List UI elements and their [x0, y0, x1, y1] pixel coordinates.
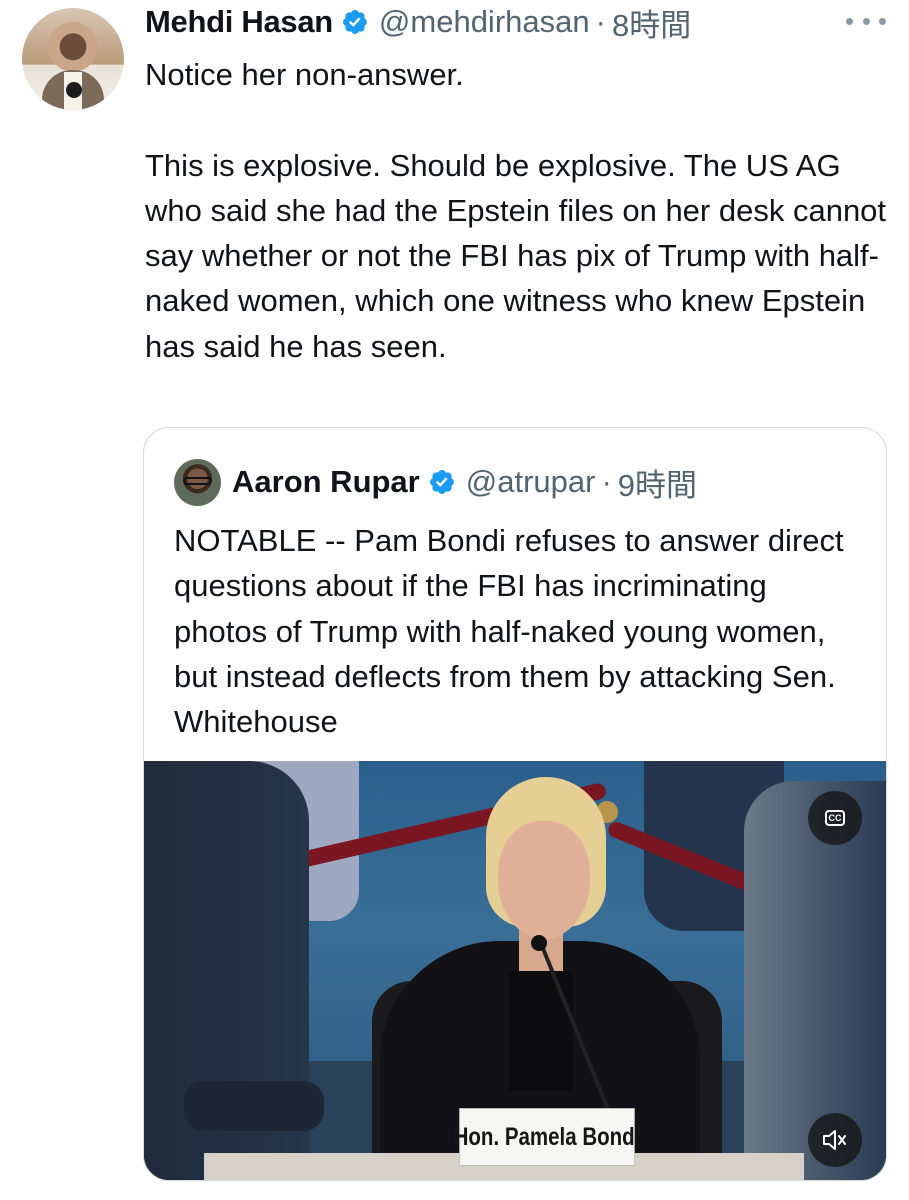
quoted-author-handle[interactable]: @atrupar — [466, 464, 596, 500]
video-subject-face — [498, 821, 590, 939]
video-microphone-head — [531, 935, 547, 951]
author-avatar[interactable] — [22, 8, 124, 110]
video-subject-shirt — [509, 971, 573, 1091]
video-player[interactable]: Hon. Pamela Bondi CC — [144, 761, 886, 1180]
avatar-mic — [66, 82, 82, 98]
quoted-author-avatar[interactable] — [174, 459, 221, 506]
avatar-glasses — [183, 477, 212, 485]
video-foreground-arm — [184, 1081, 324, 1131]
quoted-tweet-time[interactable]: 9時間 — [618, 460, 697, 505]
quoted-tweet-header: Aaron Rupar @atrupar · 9時間 — [232, 460, 697, 504]
tweet-text: Notice her non-answer. This is explosive… — [145, 57, 887, 364]
tweet-time[interactable]: 8時間 — [612, 0, 691, 45]
separator: · — [595, 4, 606, 39]
verified-badge-icon — [342, 10, 367, 34]
tweet-header: Mehdi Hasan @mehdirhasan · 8時間 — [145, 0, 691, 44]
verified-badge-icon — [429, 470, 454, 494]
closed-captions-button[interactable]: CC — [808, 791, 862, 845]
quoted-tweet-text: NOTABLE -- Pam Bondi refuses to answer d… — [174, 523, 853, 740]
quoted-author-name[interactable]: Aaron Rupar — [232, 464, 420, 500]
more-options-icon[interactable] — [846, 6, 886, 36]
separator: · — [601, 464, 612, 499]
author-name[interactable]: Mehdi Hasan — [145, 4, 333, 40]
muted-speaker-icon — [823, 1130, 846, 1150]
mute-button[interactable] — [808, 1113, 862, 1167]
quoted-tweet[interactable]: Aaron Rupar @atrupar · 9時間 NOTABLE -- Pa… — [143, 427, 887, 1181]
video-nameplate: Hon. Pamela Bondi — [454, 1108, 640, 1166]
author-handle[interactable]: @mehdirhasan — [379, 4, 590, 40]
closed-captions-icon: CC — [825, 810, 845, 826]
